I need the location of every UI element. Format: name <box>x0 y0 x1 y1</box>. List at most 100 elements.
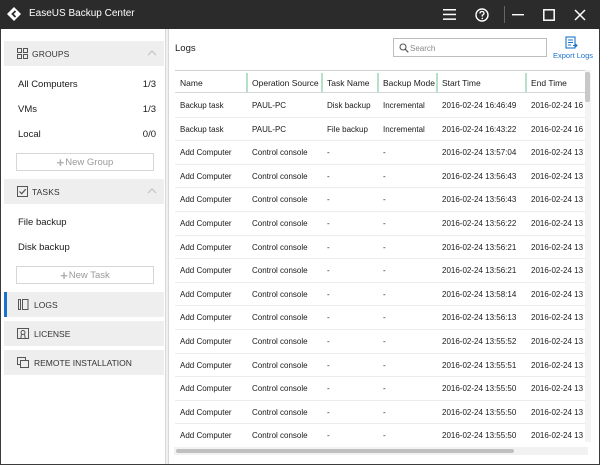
cell-start-time: 2016-02-24 13:57:04 <box>442 148 517 158</box>
sidebar-item-license[interactable]: LICENSE <box>4 321 164 346</box>
cell-name: Backup task <box>180 124 224 134</box>
group-item-all-computers[interactable]: All Computers 1/3 <box>18 79 156 90</box>
minimize-button[interactable] <box>503 0 533 29</box>
cell-task-name: - <box>327 148 330 158</box>
horizontal-scrollbar-thumb[interactable] <box>176 449 514 453</box>
cell-name: Backup task <box>180 101 224 110</box>
sidebar-item-logs[interactable]: LOGS <box>4 292 164 317</box>
help-button[interactable] <box>467 0 497 29</box>
vertical-scrollbar-thumb[interactable] <box>585 72 590 102</box>
table-row[interactable]: Add Computer Control console - - 2016-02-24 … <box>175 141 588 165</box>
chevron-up-icon[interactable] <box>147 187 157 195</box>
menu-button[interactable] <box>434 0 464 29</box>
task-item-label: Disk backup <box>18 242 70 253</box>
active-indicator <box>4 292 7 317</box>
group-item-count: 1/3 <box>142 79 156 90</box>
group-item-label: Local <box>18 129 41 140</box>
cell-start-time: 2016-02-24 13:56:43 <box>442 171 517 181</box>
cell-operation-source: Control console <box>252 171 308 181</box>
table-row[interactable]: Add Computer Control console - - 2016-02-24 … <box>175 330 588 354</box>
cell-end-time: 2016-02-24 13 <box>531 242 584 252</box>
easeus-logo-icon <box>7 7 21 21</box>
group-item-local[interactable]: Local 0/0 <box>18 129 156 140</box>
table-row[interactable]: Add Computer Control console - - 2016-02-24 … <box>175 212 588 236</box>
maximize-button[interactable] <box>534 0 564 29</box>
cell-name: Add Computer <box>180 266 232 276</box>
column-resize-handle[interactable] <box>246 73 248 92</box>
license-icon <box>17 328 29 339</box>
close-button[interactable] <box>565 0 595 29</box>
cell-task-name: - <box>327 242 330 252</box>
table-row[interactable]: Add Computer Control console - - 2016-02-24 … <box>175 283 588 307</box>
cell-name: Add Computer <box>180 407 232 417</box>
cell-end-time: 2016-02-24 13 <box>531 219 584 228</box>
table-row[interactable]: Add Computer Control console - - 2016-02-24 … <box>175 354 588 378</box>
column-header-end-time[interactable]: End Time <box>531 78 567 88</box>
search-input[interactable]: Search <box>393 38 547 57</box>
new-task-button[interactable]: + New Task <box>16 266 154 284</box>
column-resize-handle[interactable] <box>436 73 438 92</box>
cell-backup-mode: - <box>383 384 386 394</box>
table-row[interactable]: Add Computer Control console - - 2016-02-24 … <box>175 188 588 212</box>
cell-end-time: 2016-02-24 13 <box>531 148 584 158</box>
table-row[interactable]: Add Computer Control console - - 2016-02-24 … <box>175 377 588 401</box>
table-row[interactable]: Backup task PAUL-PC File backup Incremental… <box>175 118 588 142</box>
title-bar: EaseUS Backup Center <box>0 0 600 29</box>
cell-operation-source: Control console <box>252 384 308 394</box>
sidebar-splitter[interactable] <box>165 29 169 464</box>
column-header-task-name[interactable]: Task Name <box>327 78 370 88</box>
column-resize-handle[interactable] <box>377 73 379 92</box>
table-row[interactable]: Add Computer Control console - - 2016-02-24 … <box>175 401 588 425</box>
cell-start-time: 2016-02-24 13:55:52 <box>442 337 517 346</box>
column-resize-handle[interactable] <box>321 73 323 92</box>
column-header-start-time[interactable]: Start Time <box>442 78 481 88</box>
chevron-up-icon[interactable] <box>147 49 157 57</box>
cell-backup-mode: - <box>383 313 386 323</box>
table-row[interactable]: Add Computer Control console - - 2016-02-24 … <box>175 259 588 283</box>
cell-name: Add Computer <box>180 360 232 370</box>
main-panel: Logs Search Export Logs Name Operation S… <box>170 29 599 464</box>
task-item-disk-backup[interactable]: Disk backup <box>18 242 156 253</box>
page-title: Logs <box>175 43 196 54</box>
cell-task-name: - <box>327 171 330 181</box>
column-resize-handle[interactable] <box>525 73 527 92</box>
cell-name: Add Computer <box>180 242 232 252</box>
plus-icon: + <box>56 154 65 170</box>
tasks-section-header[interactable]: TASKS <box>4 179 164 204</box>
cell-start-time: 2016-02-24 13:55:50 <box>442 431 517 441</box>
cell-operation-source: Control console <box>252 148 308 158</box>
cell-end-time: 2016-02-24 13 <box>531 407 584 417</box>
group-item-vms[interactable]: VMs 1/3 <box>18 104 156 115</box>
table-row[interactable]: Add Computer Control console - - 2016-02-24 … <box>175 306 588 330</box>
cell-task-name: - <box>327 431 330 441</box>
column-header-operation-source[interactable]: Operation Source <box>252 78 319 88</box>
sidebar-item-remote-installation[interactable]: REMOTE INSTALLATION <box>4 350 164 375</box>
task-item-file-backup[interactable]: File backup <box>18 217 156 228</box>
table-header: Name Operation Source Task Name Backup M… <box>175 71 588 93</box>
help-icon <box>475 7 489 22</box>
cell-end-time: 2016-02-24 13 <box>531 384 584 394</box>
minimize-icon <box>512 13 524 15</box>
cell-operation-source: Control console <box>252 195 308 205</box>
groups-section-header[interactable]: GROUPS <box>4 41 164 66</box>
cell-backup-mode: - <box>383 171 386 181</box>
table-row[interactable]: Add Computer Control console - - 2016-02-24 … <box>175 236 588 260</box>
horizontal-scrollbar[interactable] <box>174 447 588 455</box>
table-row[interactable]: Add Computer Control console - - 2016-02-24 … <box>175 165 588 189</box>
column-header-backup-mode[interactable]: Backup Mode <box>383 78 435 88</box>
table-row[interactable]: Backup task PAUL-PC Disk backup Incremental… <box>175 94 588 118</box>
cell-task-name: - <box>327 360 330 370</box>
cell-name: Add Computer <box>180 171 232 181</box>
table-row[interactable]: Add Computer Control console - - 2016-02-24 … <box>175 424 588 448</box>
cell-backup-mode: - <box>383 266 386 276</box>
export-logs-button[interactable]: Export Logs <box>550 35 594 61</box>
new-group-button[interactable]: + New Group <box>16 153 154 171</box>
cell-operation-source: Control console <box>252 431 308 441</box>
search-icon <box>399 43 409 53</box>
vertical-scrollbar[interactable] <box>585 70 591 442</box>
cell-operation-source: Control console <box>252 313 308 323</box>
cell-backup-mode: - <box>383 148 386 158</box>
cell-task-name: - <box>327 313 330 323</box>
cell-operation-source: Control console <box>252 266 308 276</box>
column-header-name[interactable]: Name <box>180 78 203 88</box>
